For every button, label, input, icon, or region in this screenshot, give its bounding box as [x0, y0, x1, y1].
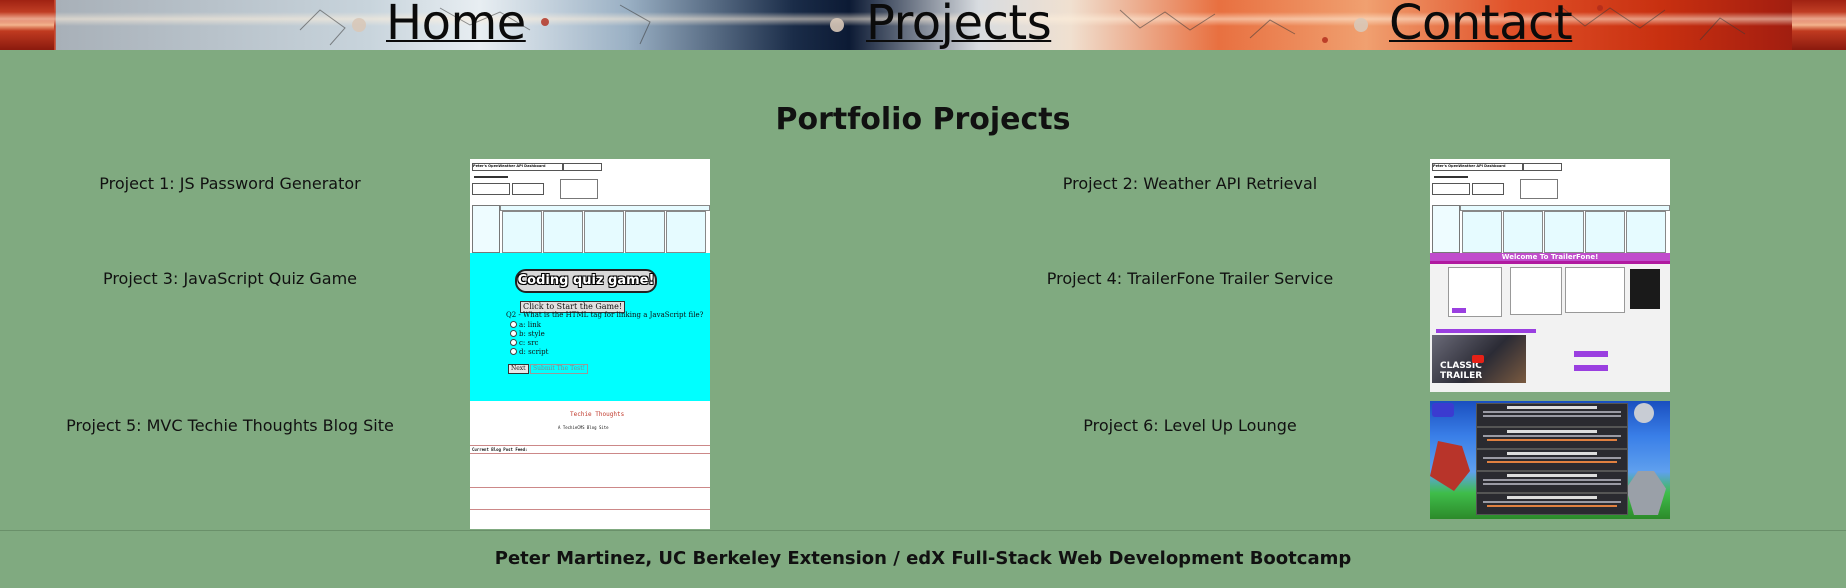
play-icon [1472, 355, 1484, 363]
thumb-button [1472, 183, 1504, 195]
thumb-button [512, 183, 544, 195]
trailer-subbar [1430, 261, 1670, 264]
thumb-header: Peter's OpenWeather API Dashboard [1432, 163, 1524, 171]
project-3-title[interactable]: Project 3: JavaScript Quiz Game [0, 268, 460, 290]
trailer-strip [1436, 329, 1536, 333]
quiz-option: c: src [510, 339, 538, 348]
thumb-header-right [562, 163, 602, 171]
lounge-dragon [1430, 441, 1470, 491]
trailer-action-button [1574, 351, 1608, 357]
thumb-card [625, 211, 665, 253]
nav-projects-link[interactable]: Projects [866, 0, 1052, 50]
thumb-card [1462, 211, 1502, 253]
thumb-label [1434, 176, 1468, 178]
project-6-thumbnail[interactable] [1430, 401, 1670, 519]
blog-divider [470, 453, 710, 454]
quiz-option: b: style [510, 330, 545, 339]
trailer-info-pane [1510, 267, 1562, 315]
trailer-video: CLASSIC TRAILER [1432, 335, 1526, 383]
project-6-title[interactable]: Project 6: Level Up Lounge [960, 415, 1420, 437]
trailer-banner: Welcome To TrailerFone! [1430, 253, 1670, 261]
footer-divider [0, 530, 1846, 531]
thumb-header: Peter's OpenWeather API Dashboard [472, 163, 564, 171]
footer-credit: Peter Martinez, UC Berkeley Extension / … [494, 548, 1352, 569]
nav-banner: Home Projects Contact [0, 0, 1846, 50]
lounge-panel [1476, 427, 1628, 449]
lounge-panel [1476, 471, 1628, 493]
thumb-card [1544, 211, 1584, 253]
thumb-label [474, 176, 508, 178]
thumb-title: Peter's OpenWeather API Dashboard [473, 164, 546, 168]
nav-home-link[interactable]: Home [386, 0, 526, 50]
lounge-logo [1432, 403, 1454, 417]
lounge-panel [1476, 403, 1628, 427]
nav-bullet-icon [1354, 18, 1368, 32]
lounge-moon [1634, 403, 1654, 423]
blog-title: Techie Thoughts [570, 411, 625, 418]
quiz-title: Coding quiz game! [515, 269, 657, 293]
thumb-card [1503, 211, 1543, 253]
thumb-info [560, 179, 598, 199]
quiz-next-button: Next [508, 364, 529, 374]
nav-bullet-icon [352, 18, 366, 32]
thumb-input [472, 183, 510, 195]
project-2-title[interactable]: Project 2: Weather API Retrieval [960, 173, 1420, 195]
trailer-poster [1630, 269, 1660, 309]
trailer-login-button [1452, 308, 1466, 313]
thumb-card [502, 211, 542, 253]
thumb-card [584, 211, 624, 253]
project-2-thumbnail[interactable]: Peter's OpenWeather API Dashboard [1430, 159, 1670, 253]
project-3-thumbnail[interactable]: Coding quiz game! Click to Start the Gam… [470, 253, 710, 401]
lounge-knight [1626, 471, 1666, 515]
blog-section-title: Current Blog Post Feed: [472, 447, 528, 452]
project-1-thumbnail[interactable]: Peter's OpenWeather API Dashboard [470, 159, 710, 253]
trailer-detail-pane [1565, 267, 1625, 313]
quiz-question: Q2 - What is the HTML tag for linking a … [506, 311, 704, 319]
thumb-card [543, 211, 583, 253]
lounge-panel [1476, 493, 1628, 515]
nav-contact-link[interactable]: Contact [1389, 0, 1573, 50]
nav-bullet-icon [830, 18, 844, 32]
thumb-sidebar [1432, 205, 1460, 253]
quiz-option: a: link [510, 321, 541, 330]
blog-divider [470, 445, 710, 446]
thumb-card [1626, 211, 1666, 253]
quiz-submit-button: Submit The Test! [530, 364, 589, 374]
page-title: Portfolio Projects [775, 102, 1071, 137]
thumb-input [1432, 183, 1470, 195]
trailer-action-button [1574, 365, 1608, 371]
project-4-title[interactable]: Project 4: TrailerFone Trailer Service [960, 268, 1420, 290]
project-5-thumbnail[interactable]: Techie Thoughts A TechieCMS Blog Site Cu… [470, 401, 710, 529]
blog-subtitle: A TechieCMS Blog Site [558, 425, 609, 430]
quiz-option: d: script [510, 348, 548, 357]
project-5-title[interactable]: Project 5: MVC Techie Thoughts Blog Site [0, 415, 460, 437]
blog-divider [470, 509, 710, 510]
blog-divider [470, 487, 710, 488]
thumb-card [1585, 211, 1625, 253]
project-1-title[interactable]: Project 1: JS Password Generator [0, 173, 460, 195]
thumb-title: Peter's OpenWeather API Dashboard [1433, 164, 1506, 168]
lounge-panel [1476, 449, 1628, 471]
thumb-sidebar [472, 205, 500, 253]
thumb-header-right [1522, 163, 1562, 171]
project-4-thumbnail[interactable]: Welcome To TrailerFone! CLASSIC TRAILER [1430, 253, 1670, 392]
thumb-card [666, 211, 706, 253]
thumb-info [1520, 179, 1558, 199]
